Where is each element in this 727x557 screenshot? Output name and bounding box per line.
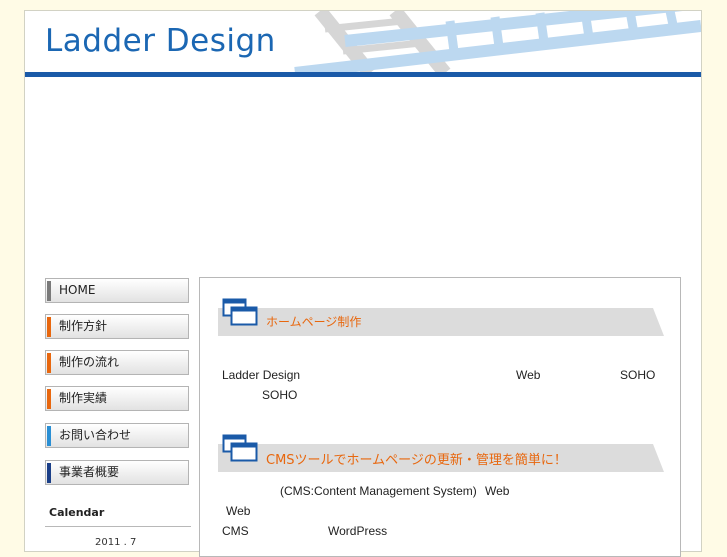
body-text: SOHO: [262, 388, 298, 402]
windows-icon: [222, 434, 258, 462]
nav-label: 制作方針: [59, 319, 108, 333]
nav-label: 制作実績: [59, 391, 108, 405]
body-text: (CMS:Content Management System): [280, 484, 477, 498]
nav-label: HOME: [59, 283, 96, 297]
site-logo[interactable]: Ladder Design: [45, 21, 276, 61]
section-title: CMSツールでホームページの更新・管理を簡単に！: [266, 453, 567, 468]
nav-marker: [47, 353, 51, 373]
nav-label: お問い合わせ: [59, 428, 132, 442]
nav-marker: [47, 426, 51, 446]
calendar-divider: [45, 526, 191, 527]
nav-marker: [47, 317, 51, 337]
body-text: Web: [485, 484, 510, 498]
nav-works[interactable]: 制作実績: [45, 386, 189, 411]
header-rule: [25, 72, 701, 77]
calendar-month: 2011 . 7: [95, 537, 137, 548]
body-text: WordPress: [328, 524, 388, 538]
site-header: Ladder Design: [25, 11, 701, 73]
nav-flow[interactable]: 制作の流れ: [45, 350, 189, 375]
body-text: SOHO: [620, 368, 656, 382]
nav-label: 制作の流れ: [59, 355, 120, 369]
nav-about[interactable]: 事業者概要: [45, 460, 189, 485]
nav-marker: [47, 463, 51, 483]
body-text: Ladder Design: [222, 368, 301, 382]
nav-marker: [47, 389, 51, 409]
section-title: ホームページ制作: [266, 315, 362, 329]
calendar-title: Calendar: [49, 506, 105, 519]
nav-label: 事業者概要: [59, 465, 120, 479]
main-content: ホームページ制作 Ladder Design Web SOHO SOHO CMS…: [199, 277, 681, 557]
body-text: Web: [226, 504, 251, 518]
nav-policy[interactable]: 制作方針: [45, 314, 189, 339]
body-text: CMS: [222, 524, 249, 538]
windows-icon: [222, 298, 258, 326]
body-text: Web: [516, 368, 541, 382]
nav-contact[interactable]: お問い合わせ: [45, 423, 189, 448]
nav-marker: [47, 281, 51, 301]
page-frame: Ladder Design HOME 制作方針 制作の流れ 制作実績 お問い合わ…: [24, 10, 702, 557]
nav-home[interactable]: HOME: [45, 278, 189, 303]
